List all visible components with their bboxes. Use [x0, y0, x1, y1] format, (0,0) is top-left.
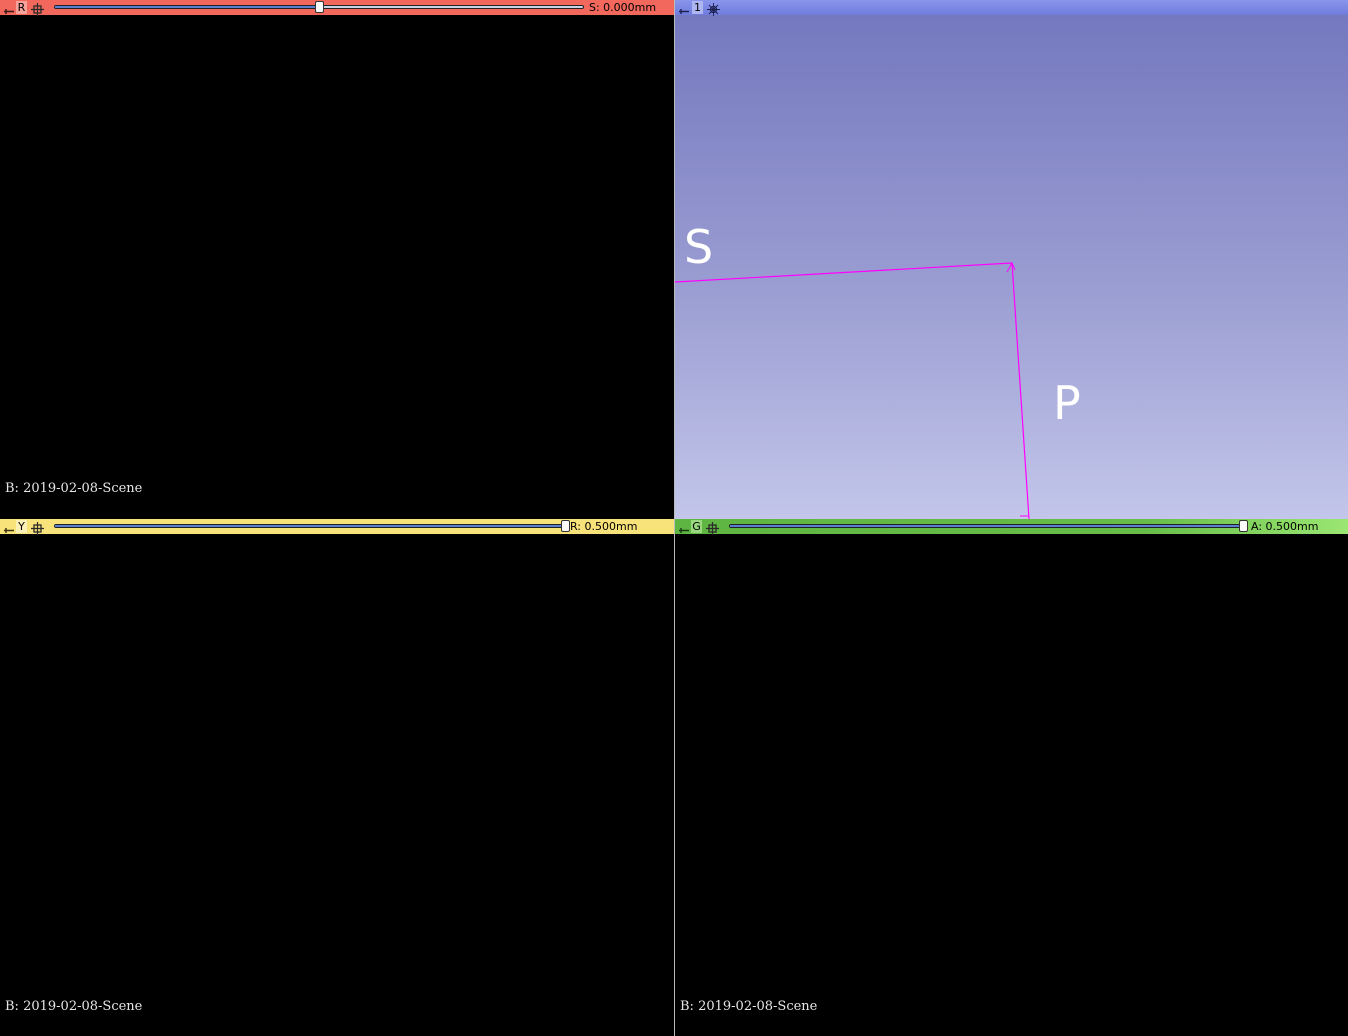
slice-controls-icon[interactable]	[31, 1, 44, 16]
view-letter: G	[691, 520, 702, 533]
green-slice-view[interactable]: G A: 0.500mm B: 2019-02-08-Scene	[675, 519, 1348, 1036]
slider-fill	[55, 525, 565, 527]
yellow-slice-view[interactable]: Y R: 0.500mm B: 2019-02-08-Scene	[0, 519, 674, 1036]
slider-handle[interactable]	[315, 1, 324, 13]
scene-label: B: 2019-02-08-Scene	[680, 999, 818, 1014]
superior-axis-label: S	[684, 220, 714, 274]
slice-controls-icon[interactable]	[31, 520, 44, 535]
red-view-controller-bar: R S: 0.000mm	[0, 0, 674, 16]
scene-label: B: 2019-02-08-Scene	[5, 481, 143, 496]
slider-fill	[55, 6, 319, 8]
slice-offset-readout: R: 0.500mm	[570, 520, 638, 533]
slice-offset-slider[interactable]	[729, 520, 1248, 532]
slice-controls-icon[interactable]	[706, 520, 719, 535]
arrow-tip	[1006, 261, 1016, 273]
green-view-controller-bar: G A: 0.500mm	[675, 519, 1348, 535]
pin-icon[interactable]	[3, 521, 15, 533]
red-slice-view[interactable]: R S: 0.000mm B: 2019-02-08-Scene	[0, 0, 674, 519]
pin-icon[interactable]	[3, 2, 15, 14]
slider-handle[interactable]	[561, 520, 570, 532]
view-letter: R	[16, 1, 27, 14]
yellow-view-controller-bar: Y R: 0.500mm	[0, 519, 674, 535]
posterior-axis-label: P	[1053, 376, 1081, 430]
slice-offset-readout: A: 0.500mm	[1251, 520, 1319, 533]
slice-offset-readout: S: 0.000mm	[589, 1, 657, 14]
slice-offset-slider[interactable]	[54, 520, 570, 532]
view-divider	[674, 0, 675, 1036]
view-letter: Y	[16, 520, 27, 533]
three-d-view[interactable]: 1 S P	[675, 0, 1348, 519]
axes-orientation-lines	[675, 261, 1030, 519]
pin-icon[interactable]	[678, 521, 690, 533]
superior-axis-line	[675, 262, 1013, 283]
posterior-axis-line	[1011, 262, 1030, 519]
scene-label: B: 2019-02-08-Scene	[5, 999, 143, 1014]
slider-fill	[730, 525, 1243, 527]
slider-handle[interactable]	[1239, 520, 1248, 532]
slice-offset-slider[interactable]	[54, 1, 584, 13]
